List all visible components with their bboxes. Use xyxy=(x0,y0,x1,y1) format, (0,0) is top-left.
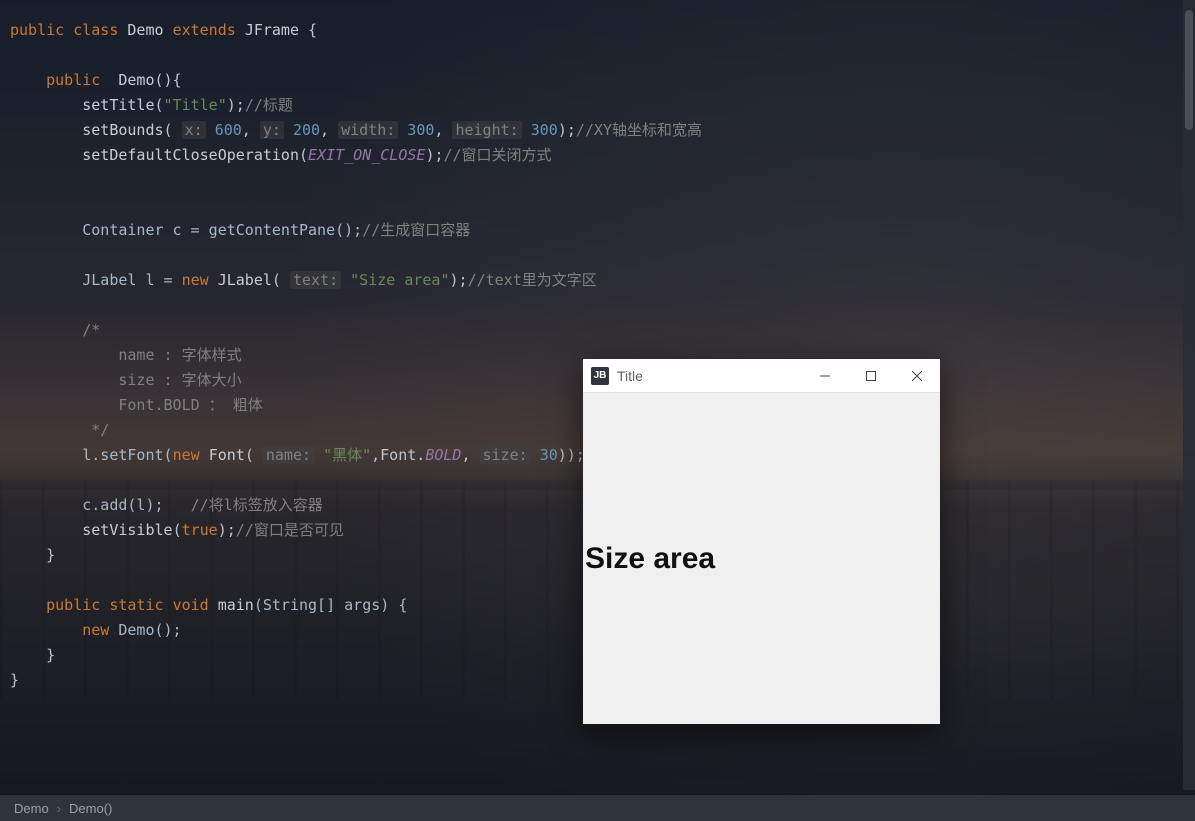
keyword: public xyxy=(46,71,100,89)
constant: BOLD xyxy=(425,446,461,464)
block-comment: size : 字体大小 xyxy=(82,371,241,389)
breadcrumb[interactable]: Demo › Demo() xyxy=(0,795,1195,821)
number: 30 xyxy=(540,446,558,464)
block-comment: */ xyxy=(82,421,109,439)
statement: JLabel l = xyxy=(82,271,181,289)
swing-window[interactable]: JB Title Size area xyxy=(583,359,940,724)
block-comment: Font.BOLD ： 粗体 xyxy=(82,396,262,414)
number: 600 xyxy=(215,121,242,139)
keyword: class xyxy=(73,21,118,39)
string-literal: "Title" xyxy=(164,96,227,114)
keyword: public xyxy=(10,21,64,39)
class-name: Demo xyxy=(127,21,163,39)
statement: Container c = getContentPane(); xyxy=(82,221,362,239)
number: 300 xyxy=(407,121,434,139)
block-comment: /* xyxy=(82,321,100,339)
editor-scrollbar[interactable] xyxy=(1183,0,1195,790)
string-literal: "Size area" xyxy=(350,271,449,289)
superclass: JFrame xyxy=(245,21,299,39)
number: 200 xyxy=(293,121,320,139)
keyword: true xyxy=(182,521,218,539)
method-name: main xyxy=(218,596,254,614)
swing-content-pane: Size area xyxy=(583,393,940,724)
app-icon: JB xyxy=(591,367,609,385)
method-call: setBounds xyxy=(82,121,163,139)
keyword: void xyxy=(173,596,209,614)
scrollbar-thumb[interactable] xyxy=(1185,10,1193,130)
param-hint: x: xyxy=(182,121,206,139)
close-button[interactable] xyxy=(894,359,940,393)
number: 300 xyxy=(531,121,558,139)
statement: c.add(l); xyxy=(82,496,163,514)
window-title: Title xyxy=(617,368,802,384)
minimize-button[interactable] xyxy=(802,359,848,393)
window-titlebar[interactable]: JB Title xyxy=(583,359,940,393)
constructor-name: Demo xyxy=(118,71,154,89)
comment: //标题 xyxy=(245,96,293,114)
keyword: new xyxy=(82,621,109,639)
close-icon xyxy=(912,371,922,381)
maximize-button[interactable] xyxy=(848,359,894,393)
statement: Demo(); xyxy=(118,621,181,639)
maximize-icon xyxy=(866,371,876,381)
statement: l.setFont( xyxy=(82,446,172,464)
comment: //XY轴坐标和宽高 xyxy=(576,121,702,139)
param-hint: height: xyxy=(452,121,521,139)
param-hint: text: xyxy=(290,271,341,289)
swing-label: Size area xyxy=(583,542,715,576)
comment: //将l标签放入容器 xyxy=(191,496,323,514)
param-hint: y: xyxy=(260,121,284,139)
keyword: extends xyxy=(173,21,236,39)
param-hint: width: xyxy=(338,121,398,139)
block-comment: name : 字体样式 xyxy=(82,346,241,364)
keyword: public xyxy=(46,596,100,614)
comment: //窗口关闭方式 xyxy=(444,146,552,164)
keyword: new xyxy=(173,446,200,464)
breadcrumb-item[interactable]: Demo xyxy=(14,801,49,816)
minimize-icon xyxy=(820,371,830,381)
params: (String[] args) { xyxy=(254,596,408,614)
method-call: setDefaultCloseOperation xyxy=(82,146,299,164)
method-call: setTitle xyxy=(82,96,154,114)
constant: EXIT_ON_CLOSE xyxy=(308,146,425,164)
comment: //text里为文字区 xyxy=(468,271,597,289)
comment: //生成窗口容器 xyxy=(362,221,470,239)
param-hint: name: xyxy=(263,446,314,464)
param-hint: size: xyxy=(480,446,531,464)
class-ref: Font xyxy=(209,446,245,464)
comment: //窗口是否可见 xyxy=(236,521,344,539)
keyword: new xyxy=(182,271,209,289)
breadcrumb-item[interactable]: Demo() xyxy=(69,801,112,816)
string-literal: "黑体" xyxy=(323,446,371,464)
method-call: setVisible xyxy=(82,521,172,539)
class-ref: JLabel xyxy=(218,271,272,289)
breadcrumb-separator-icon: › xyxy=(57,801,61,816)
keyword: static xyxy=(109,596,163,614)
